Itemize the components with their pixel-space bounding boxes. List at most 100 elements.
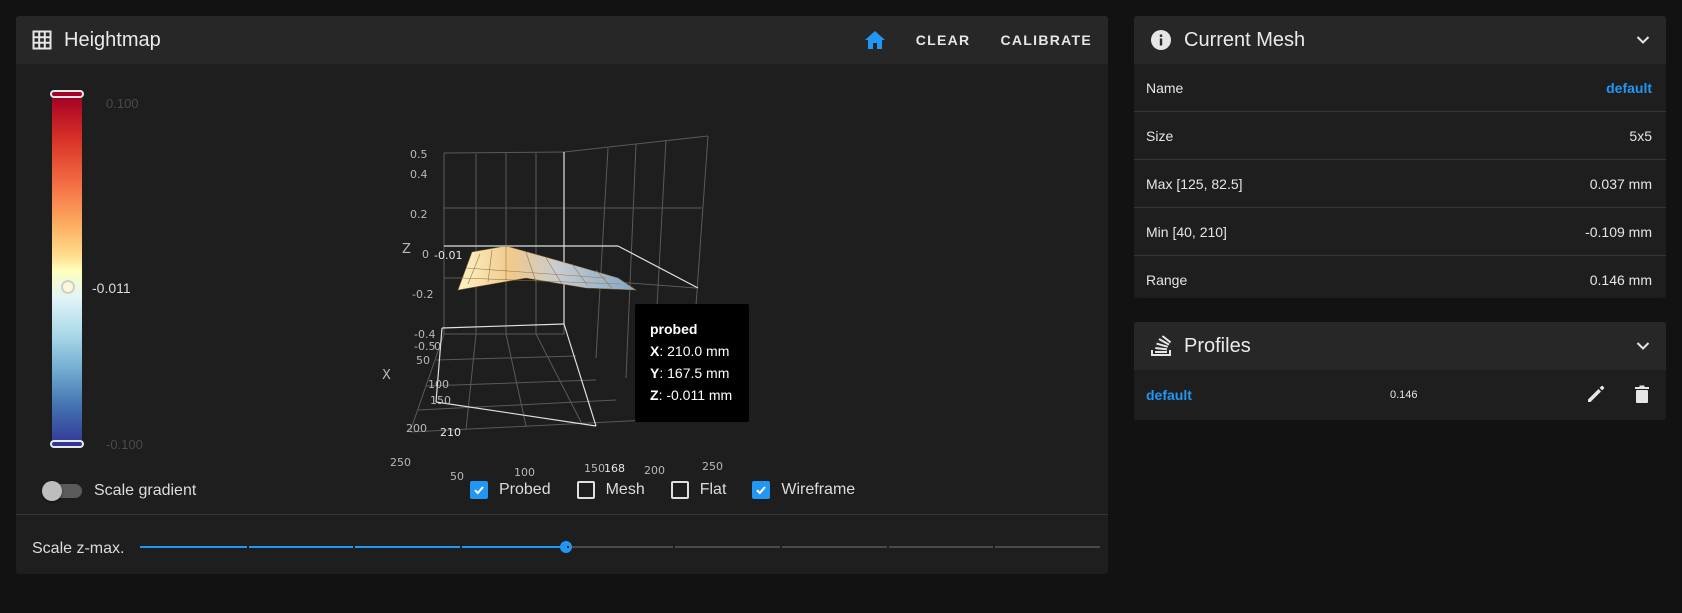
mesh-row-max: Max [125, 82.5] 0.037 mm	[1134, 160, 1666, 208]
mesh-row-value: 5x5	[1629, 127, 1652, 144]
display-options: Probed Mesh Flat Wireframe	[470, 481, 881, 499]
slider-tick	[673, 546, 675, 548]
mesh-info-list: Name default Size 5x5 Max [125, 82.5] 0.…	[1134, 64, 1666, 303]
slider-tick	[460, 546, 462, 548]
mesh-row-value: 0.146 mm	[1589, 271, 1652, 288]
z-tick: 0.4	[410, 168, 428, 181]
mesh-row-name: Name default	[1134, 64, 1666, 112]
color-scale-current-label: -0.011	[92, 280, 131, 296]
mesh-checkbox[interactable]: Mesh	[576, 481, 645, 499]
clear-button[interactable]: CLEAR	[916, 32, 971, 48]
probe-tooltip: probed X: 210.0 mm Y: 167.5 mm Z: -0.011…	[635, 304, 749, 422]
y-tick: 250	[702, 460, 723, 473]
color-scale-current-marker	[61, 280, 75, 294]
check-icon[interactable]	[470, 481, 488, 499]
layers-stack-icon	[1150, 335, 1172, 357]
profile-range-value: 0.146	[1390, 389, 1418, 401]
mesh-row-range: Range 0.146 mm	[1134, 256, 1666, 303]
mesh-row-label: Min [40, 210]	[1146, 223, 1227, 240]
mesh-label: Mesh	[605, 481, 645, 498]
divider	[16, 514, 1108, 515]
x-tick: 0	[434, 340, 441, 353]
tooltip-y-key: Y	[650, 365, 660, 381]
check-icon[interactable]	[752, 481, 771, 499]
tooltip-title: probed	[650, 321, 698, 337]
mesh-name-link[interactable]: default	[1606, 80, 1652, 96]
z-axis-label: Z	[402, 242, 411, 257]
color-scale-max-handle[interactable]	[50, 90, 84, 98]
current-mesh-card: Current Mesh Name default Size 5x5 Max […	[1134, 16, 1666, 298]
tooltip-x-value: : 210.0 mm	[659, 343, 730, 359]
z-tick: 0.2	[410, 208, 428, 221]
probed-checkbox[interactable]: Probed	[470, 481, 551, 499]
slider-thumb[interactable]	[560, 541, 572, 553]
heightmap-card: Heightmap CLEAR CALIBRATE 0.100 -0.100 -…	[16, 16, 1108, 574]
pencil-icon[interactable]	[1586, 384, 1606, 409]
z-marker-label: -0.01	[434, 249, 462, 262]
z-tick: -0.5	[414, 340, 435, 353]
mesh-row-label: Range	[1146, 271, 1188, 288]
probed-label: Probed	[499, 481, 551, 498]
x-tick: 50	[416, 354, 430, 367]
calibrate-button[interactable]: CALIBRATE	[1000, 32, 1092, 48]
slider-tick	[887, 546, 889, 548]
slider-tick	[567, 546, 569, 548]
x-tick: 100	[428, 378, 449, 391]
slider-tick	[993, 546, 995, 548]
scale-gradient-toggle[interactable]: Scale gradient	[42, 481, 197, 501]
profiles-header[interactable]: Profiles	[1134, 322, 1666, 370]
color-scale-min-label: -0.100	[106, 437, 143, 452]
chevron-down-icon[interactable]	[1636, 341, 1650, 351]
wireframe-label: Wireframe	[781, 481, 856, 498]
tooltip-x-key: X	[650, 343, 660, 359]
z-tick: -0.2	[412, 288, 433, 301]
grid-icon	[32, 30, 52, 50]
profiles-title: Profiles	[1184, 334, 1251, 357]
z-tick: 0	[422, 248, 429, 261]
scale-zmax-slider[interactable]	[140, 541, 1100, 553]
tooltip-z-value: : -0.011 mm	[658, 387, 733, 403]
y-tick: 150	[584, 462, 605, 475]
chevron-down-icon[interactable]	[1636, 35, 1650, 45]
x-tick: 200	[406, 422, 427, 435]
x-tick: 150	[430, 394, 451, 407]
trash-icon[interactable]	[1632, 384, 1652, 409]
mesh-row-label: Max [125, 82.5]	[1146, 175, 1243, 192]
y-tick: 100	[514, 466, 535, 479]
profiles-card: Profiles default 0.146	[1134, 322, 1666, 420]
y-tick: 200	[644, 464, 665, 477]
y-marker-label: 168	[604, 462, 625, 475]
tooltip-z-key: Z	[650, 387, 659, 403]
home-icon[interactable]	[864, 30, 886, 50]
toggle-switch[interactable]	[42, 481, 82, 501]
mesh-row-value: 0.037 mm	[1589, 175, 1652, 192]
mesh-row-value: -0.109 mm	[1585, 223, 1652, 240]
checkbox-empty-icon[interactable]	[670, 481, 689, 499]
z-tick: 0.5	[410, 148, 428, 161]
slider-tick	[353, 546, 355, 548]
scale-zmax-label: Scale z-max.	[32, 540, 125, 557]
profile-name-link[interactable]: default	[1146, 387, 1192, 403]
checkbox-empty-icon[interactable]	[576, 481, 595, 499]
probed-surface	[457, 245, 638, 291]
color-scale-bar	[52, 96, 82, 446]
wireframe-checkbox[interactable]: Wireframe	[752, 481, 855, 499]
info-icon	[1150, 29, 1172, 51]
slider-tick	[780, 546, 782, 548]
current-mesh-title: Current Mesh	[1184, 28, 1306, 51]
x-axis-label: X	[382, 368, 391, 383]
mesh-row-min: Min [40, 210] -0.109 mm	[1134, 208, 1666, 256]
flat-checkbox[interactable]: Flat	[670, 481, 727, 499]
mesh-row-label: Size	[1146, 127, 1174, 144]
flat-label: Flat	[699, 481, 727, 498]
current-mesh-header[interactable]: Current Mesh	[1134, 16, 1666, 64]
toggle-thumb	[42, 481, 62, 501]
color-scale-min-handle[interactable]	[50, 440, 84, 448]
mesh-row-size: Size 5x5	[1134, 112, 1666, 160]
x-tick: 250	[390, 456, 411, 469]
y-tick: 50	[450, 470, 464, 483]
scale-gradient-label: Scale gradient	[94, 482, 197, 499]
color-scale-max-label: 0.100	[106, 96, 139, 111]
slider-tick	[247, 546, 249, 548]
x-marker-label: 210	[440, 426, 461, 439]
